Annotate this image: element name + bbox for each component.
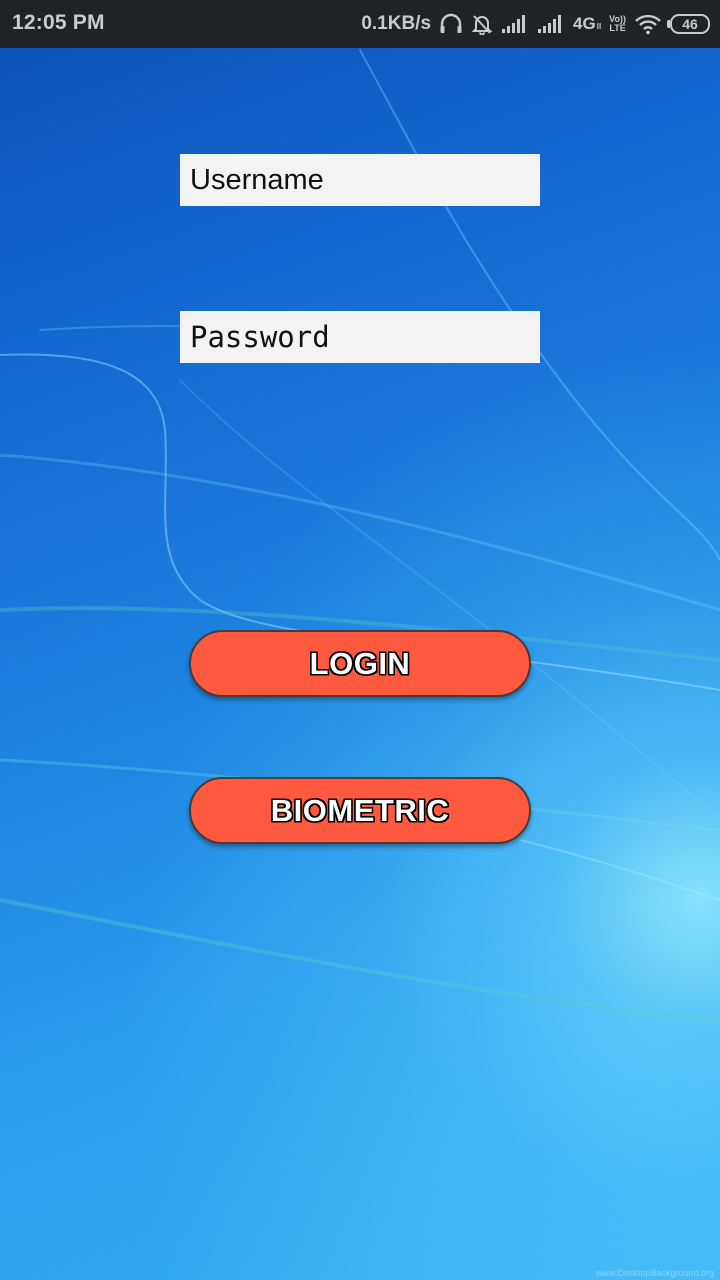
network-type: 4Gll	[573, 14, 601, 34]
network-speed: 0.1KB/s	[361, 13, 432, 34]
notifications-off-icon	[471, 13, 493, 35]
network-type-label: 4G	[573, 14, 596, 33]
signal-sim1-icon	[501, 14, 529, 34]
status-time: 12:05 PM	[12, 11, 105, 34]
wifi-icon	[634, 13, 662, 35]
password-input[interactable]	[180, 311, 540, 363]
volte-icon: Vo)) LTE	[609, 15, 626, 33]
battery-level: 46	[682, 16, 698, 32]
battery-icon: 46	[667, 14, 710, 34]
wallpaper-watermark: www.DesktopBackground.org	[595, 1268, 714, 1278]
biometric-button[interactable]: BIOMETRIC	[189, 777, 531, 844]
app-screen: www.DesktopBackground.org 12:05 PM 0.1KB…	[0, 0, 720, 1280]
username-input[interactable]	[180, 154, 540, 206]
status-bar: 12:05 PM 0.1KB/s 4Gll Vo)) LTE 46	[0, 0, 720, 48]
signal-sim2-icon	[537, 14, 565, 34]
volte-bottom-label: LTE	[609, 23, 626, 33]
login-button[interactable]: LOGIN	[189, 630, 531, 697]
headphones-icon	[439, 13, 463, 35]
network-activity: ll	[596, 22, 602, 31]
status-indicators: 0.1KB/s 4Gll Vo)) LTE 46	[361, 8, 710, 40]
